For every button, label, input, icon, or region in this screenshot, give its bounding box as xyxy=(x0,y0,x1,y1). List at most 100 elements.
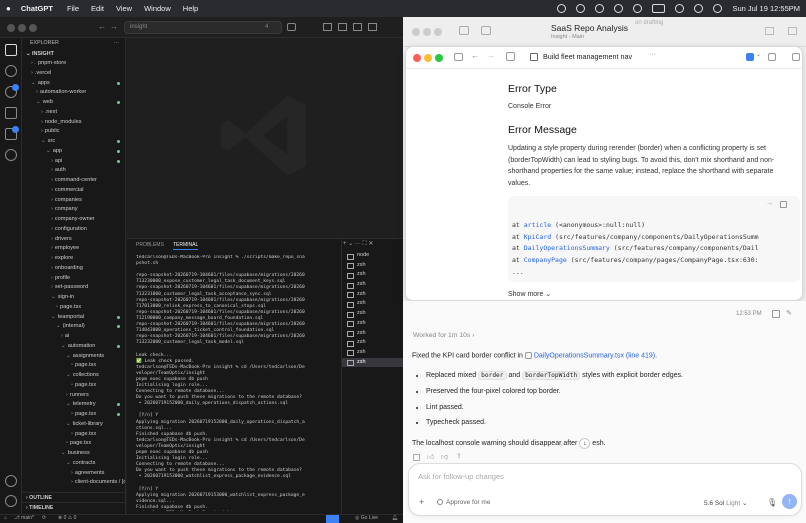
timeline-section[interactable]: › TIMELINE xyxy=(22,502,125,512)
tree-item[interactable]: ⌄ assignments xyxy=(22,352,125,362)
tree-item[interactable]: › .vercel xyxy=(22,69,125,79)
terminal-tab[interactable]: zsh xyxy=(342,299,403,309)
battery-icon[interactable] xyxy=(652,4,666,13)
tree-item[interactable]: ⌄ automation xyxy=(22,342,125,352)
thread-open-chevron-icon[interactable]: ⌄ xyxy=(756,51,761,58)
menu-help[interactable]: Help xyxy=(183,4,198,13)
thread-more-icon[interactable]: ··· xyxy=(649,51,656,58)
tree-item[interactable]: ⌄ ticket-library xyxy=(22,420,125,430)
back-project-title[interactable]: SaaS Repo Analysis xyxy=(551,23,628,33)
thread-title[interactable]: Build fleet management nav xyxy=(543,52,632,61)
tree-item[interactable]: ⌄ collections xyxy=(22,371,125,381)
copy-message-icon[interactable] xyxy=(772,310,780,318)
tree-item[interactable]: › company xyxy=(22,205,125,215)
tree-item[interactable]: ▫ page.tsx xyxy=(22,439,125,449)
tree-item[interactable]: ⌄ sign-in xyxy=(22,293,125,303)
menu-edit[interactable]: Edit xyxy=(91,4,104,13)
tree-item[interactable]: ▫ page.tsx xyxy=(22,303,125,313)
terminal-tab[interactable]: zsh xyxy=(342,270,403,280)
terminal-tab[interactable]: zsh xyxy=(342,338,403,348)
tree-item[interactable]: ▫ page.tsx xyxy=(22,410,125,420)
thread-open-in-icon[interactable] xyxy=(746,53,754,61)
composer-input[interactable]: Ask for follow-up changes xyxy=(418,472,504,481)
tree-item[interactable]: › . pnpm-store xyxy=(22,59,125,69)
terminal-tab[interactable]: zsh xyxy=(342,290,403,300)
back-sidebar-icon[interactable] xyxy=(459,26,469,35)
tree-item[interactable]: › set-password xyxy=(22,283,125,293)
send-button[interactable]: ↑ xyxy=(782,494,797,509)
menu-view[interactable]: View xyxy=(116,4,132,13)
run-debug-icon[interactable] xyxy=(5,107,17,119)
tree-item[interactable]: ⌄ business xyxy=(22,449,125,459)
manage-gear-icon[interactable] xyxy=(5,495,17,507)
tree-item[interactable]: › node_modules xyxy=(22,118,125,128)
approval-mode-button[interactable]: Approve for me xyxy=(437,499,490,506)
terminal-tab[interactable]: zsh xyxy=(342,319,403,329)
tree-item[interactable]: › ai xyxy=(22,332,125,342)
tree-item[interactable]: › commercial xyxy=(22,186,125,196)
terminal-tab[interactable]: zsh xyxy=(342,357,403,368)
tree-item[interactable]: ⌄ (internal) xyxy=(22,322,125,332)
notifications-icon[interactable]: 🔔︎ xyxy=(392,515,398,521)
back-panel-icon[interactable] xyxy=(788,27,797,35)
share-response-icon[interactable]: ⇪ xyxy=(456,452,462,460)
tree-item[interactable]: › auth xyxy=(22,166,125,176)
thread-zoom-button[interactable] xyxy=(435,54,443,62)
apple-icon[interactable]: ● xyxy=(6,4,11,13)
microphone-icon[interactable]: 🎙︎ xyxy=(767,498,777,507)
toggle-secondary-sidebar-icon[interactable] xyxy=(353,23,362,31)
tree-item[interactable]: ⌄ web xyxy=(22,98,125,108)
tree-item[interactable]: › configuration xyxy=(22,225,125,235)
tree-item[interactable]: › command-center xyxy=(22,176,125,186)
menubar-clock[interactable]: Sun Jul 19 12:55PM xyxy=(732,4,800,13)
tree-item[interactable]: ⌄ teamportal xyxy=(22,313,125,323)
back-new-chat-icon[interactable] xyxy=(481,26,491,35)
thread-forward-icon[interactable]: → xyxy=(487,51,495,60)
remote-indicator-icon[interactable]: ⌂ xyxy=(4,515,7,521)
toggle-sidebar-icon[interactable] xyxy=(323,23,332,31)
tab-problems[interactable]: PROBLEMS xyxy=(136,242,164,248)
terminal-tab[interactable]: zsh xyxy=(342,280,403,290)
tree-item[interactable]: ⌄ contracts xyxy=(22,459,125,469)
tree-item[interactable]: › agreements xyxy=(22,469,125,479)
thread-compose-icon[interactable] xyxy=(506,52,515,61)
nav-forward-icon[interactable]: → xyxy=(110,22,118,31)
show-more-button[interactable]: Show more ⌄ xyxy=(508,290,551,298)
customize-layout-icon[interactable] xyxy=(368,23,377,31)
explorer-icon[interactable] xyxy=(5,44,17,56)
thread-close-button[interactable] xyxy=(413,54,421,62)
thread-diff-icon[interactable] xyxy=(768,53,776,61)
wifi-icon[interactable] xyxy=(675,4,685,13)
minimize-window-button[interactable] xyxy=(18,24,26,32)
tab-terminal[interactable]: TERMINAL xyxy=(173,242,199,250)
copilot-icon[interactable] xyxy=(287,23,296,31)
tree-item[interactable]: › explore xyxy=(22,254,125,264)
tree-item[interactable]: ▫ page.tsx xyxy=(22,381,125,391)
menubar-app-name[interactable]: ChatGPT xyxy=(21,4,53,13)
sparkle-icon[interactable] xyxy=(576,4,586,13)
back-close-button[interactable] xyxy=(412,28,420,36)
terminal-output[interactable]: tedcarlson@TEDs-MacBook-Pro insight % ./… xyxy=(136,255,336,511)
tree-item[interactable]: › runners xyxy=(22,391,125,401)
problems-indicator[interactable]: ⊗ 0 ⚠ 0 xyxy=(58,515,76,521)
thread-panel-icon[interactable] xyxy=(792,53,800,61)
edit-message-icon[interactable]: ✎ xyxy=(786,309,792,317)
terminal-status-icon[interactable] xyxy=(326,515,339,523)
status-icon-4[interactable] xyxy=(614,4,624,13)
nav-back-icon[interactable]: ← xyxy=(98,22,106,31)
tree-item[interactable]: ⌄ apps xyxy=(22,79,125,89)
tree-item[interactable]: ⌄ src xyxy=(22,137,125,147)
thumbs-down-icon[interactable]: 👎︎ xyxy=(441,452,448,461)
tree-item[interactable]: › api xyxy=(22,157,125,167)
tree-item[interactable]: ⌄ app xyxy=(22,147,125,157)
thread-minimize-button[interactable] xyxy=(424,54,432,62)
search-view-icon[interactable] xyxy=(5,65,17,77)
copy-response-icon[interactable] xyxy=(413,454,420,461)
outline-section[interactable]: › OUTLINE xyxy=(22,492,125,502)
terminal-tab[interactable]: zsh xyxy=(342,309,403,319)
status-icon-3[interactable] xyxy=(595,4,605,13)
attach-plus-icon[interactable]: + xyxy=(419,497,424,507)
tree-item[interactable]: ▫ page.tsx xyxy=(22,361,125,371)
zoom-window-button[interactable] xyxy=(29,24,37,32)
tree-item[interactable]: › automation-worker xyxy=(22,88,125,98)
